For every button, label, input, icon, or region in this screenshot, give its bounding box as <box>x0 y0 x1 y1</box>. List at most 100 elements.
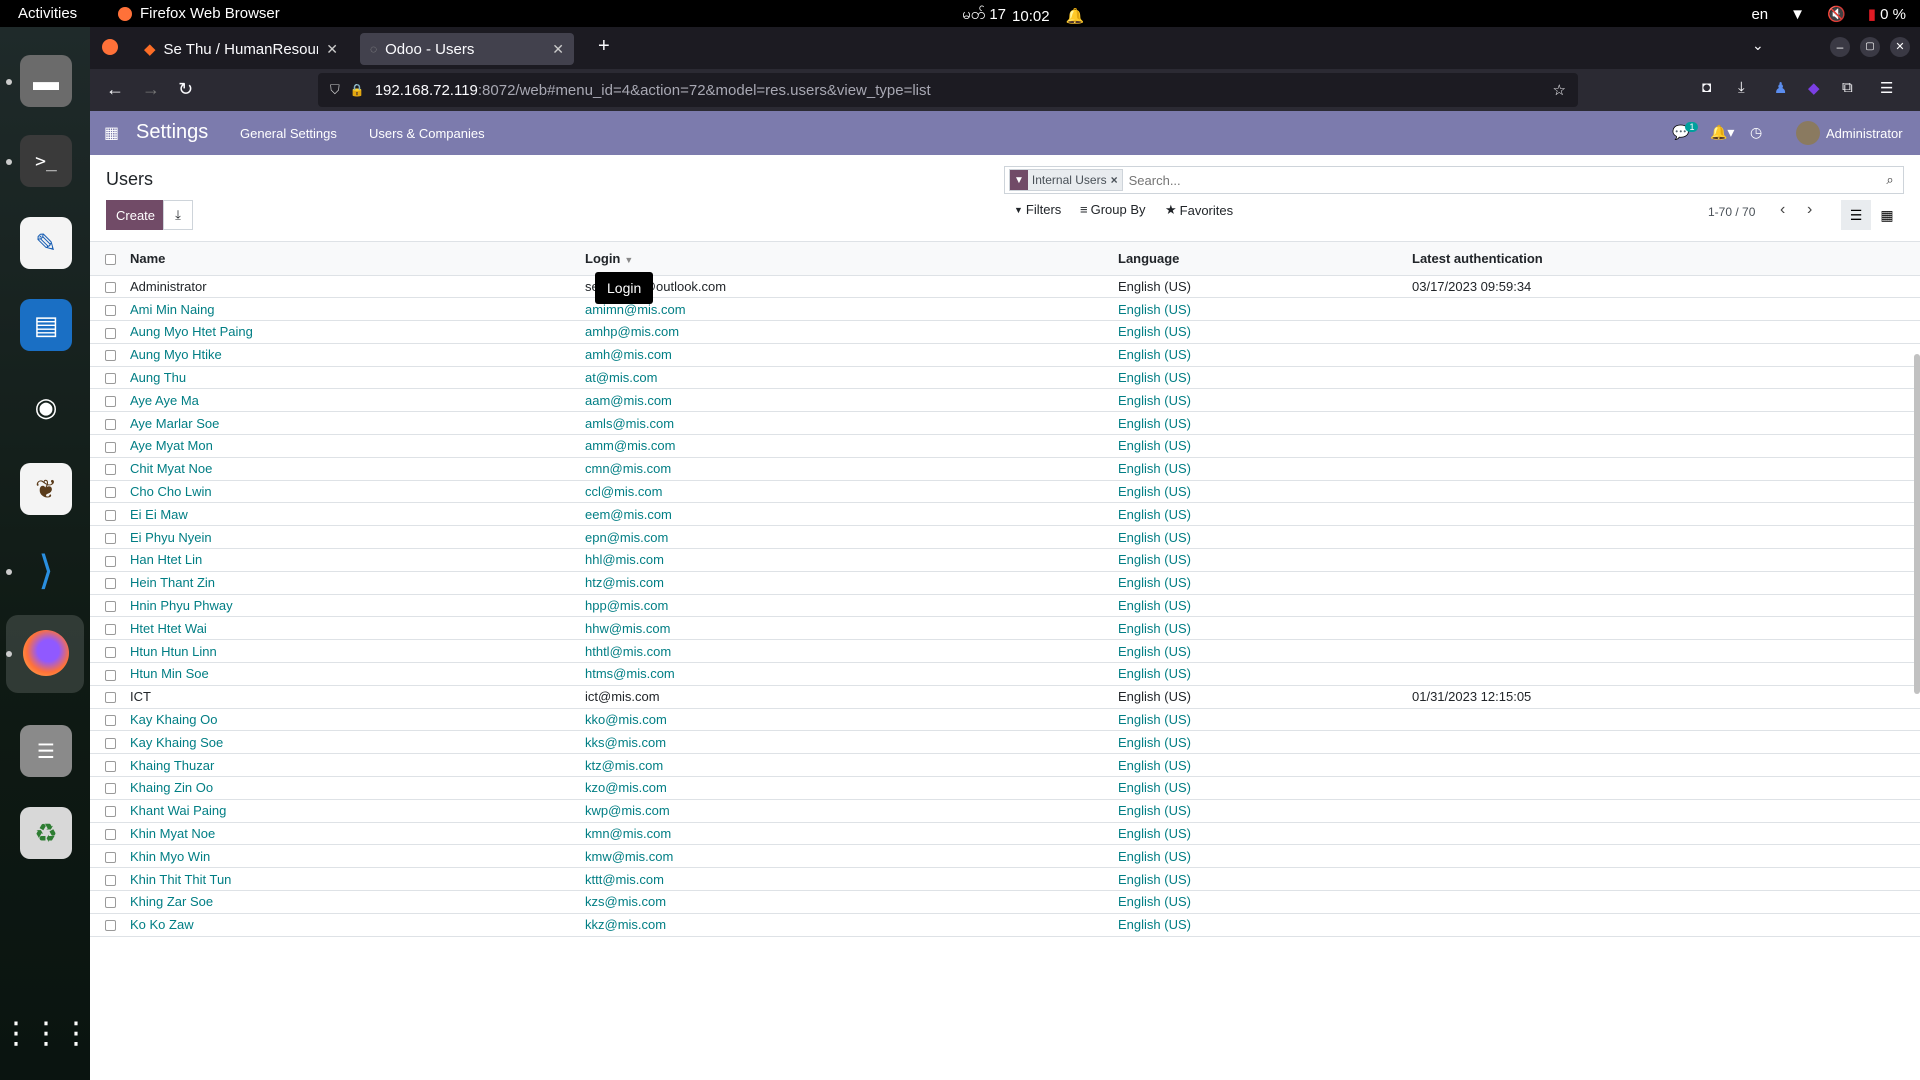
dbeaver-icon[interactable]: ❦ <box>20 463 72 515</box>
extension-icon[interactable]: ♟ <box>1774 79 1787 97</box>
row-checkbox[interactable] <box>105 646 116 658</box>
table-row[interactable]: Chit Myat Noe cmn@mis.com English (US) <box>90 457 1920 481</box>
row-checkbox[interactable] <box>105 851 116 863</box>
column-latest-authentication[interactable]: Latest authentication <box>1412 242 1920 275</box>
clock[interactable]: မတ် 17 10:02 🔔 <box>962 5 1084 27</box>
vscode-icon[interactable]: ⟩ <box>20 545 72 597</box>
table-row[interactable]: Khaing Zin Oo kzo@mis.com English (US) <box>90 777 1920 800</box>
table-row[interactable]: Cho Cho Lwin ccl@mis.com English (US) <box>90 480 1920 503</box>
table-row[interactable]: Ko Ko Zaw kkz@mis.com English (US) <box>90 913 1920 937</box>
row-checkbox[interactable] <box>105 327 116 339</box>
pager-previous-icon[interactable]: ‹ <box>1780 201 1785 219</box>
select-all-checkbox[interactable] <box>105 253 116 265</box>
row-checkbox[interactable] <box>105 897 116 909</box>
server-icon[interactable]: ☰ <box>20 725 72 777</box>
extension-purple-icon[interactable]: ◆ <box>1808 79 1820 97</box>
group-by-button[interactable]: ≡ Group By <box>1080 202 1146 217</box>
table-row[interactable]: Kay Khaing Soe kks@mis.com English (US) <box>90 731 1920 754</box>
table-row[interactable]: Hein Thant Zin htz@mis.com English (US) <box>90 571 1920 595</box>
table-row[interactable]: Ami Min Naing amimn@mis.com English (US) <box>90 298 1920 321</box>
menu-general-settings[interactable]: General Settings <box>240 126 337 141</box>
minimize-icon[interactable]: – <box>1830 37 1850 57</box>
writer-document-icon[interactable]: ▤ <box>20 299 72 351</box>
gimp-icon[interactable]: ◉ <box>20 381 72 433</box>
table-row[interactable]: Aye Aye Ma aam@mis.com English (US) <box>90 389 1920 412</box>
row-checkbox[interactable] <box>105 555 116 567</box>
column-language[interactable]: Language <box>1118 242 1412 275</box>
firefox-view-icon[interactable] <box>102 39 118 55</box>
row-checkbox[interactable] <box>105 418 116 430</box>
row-checkbox[interactable] <box>105 760 116 772</box>
favorites-button[interactable]: ★ Favorites <box>1165 202 1233 218</box>
close-tab-icon[interactable]: ✕ <box>326 41 338 58</box>
trash-icon[interactable]: ♻ <box>20 807 72 859</box>
text-editor-icon[interactable]: ✎ <box>20 217 72 269</box>
bookmark-star-icon[interactable]: ☆ <box>1553 81 1566 99</box>
row-checkbox[interactable] <box>105 304 116 316</box>
list-scrollbar[interactable] <box>1914 354 1920 694</box>
row-checkbox[interactable] <box>105 532 116 544</box>
row-checkbox[interactable] <box>105 441 116 453</box>
table-row[interactable]: Khaing Thuzar ktz@mis.com English (US) <box>90 754 1920 777</box>
maximize-icon[interactable]: ▢ <box>1860 37 1880 57</box>
row-checkbox[interactable] <box>105 509 116 521</box>
extensions-puzzle-icon[interactable]: ⧉ <box>1842 79 1853 96</box>
table-row[interactable]: Aye Marlar Soe amls@mis.com English (US) <box>90 412 1920 435</box>
table-row[interactable]: Aung Myo Htet Paing amhp@mis.com English (… <box>90 321 1920 344</box>
active-app-menu[interactable]: Firefox Web Browser <box>118 5 280 22</box>
row-checkbox[interactable] <box>105 601 116 613</box>
activity-bell-icon[interactable]: 🔔▾ <box>1710 124 1734 141</box>
row-checkbox[interactable] <box>105 373 116 385</box>
filters-button[interactable]: ▼ Filters <box>1014 202 1061 217</box>
table-row[interactable]: Htet Htet Wai hhw@mis.com English (US) <box>90 617 1920 640</box>
row-checkbox[interactable] <box>105 487 116 499</box>
menu-users-companies[interactable]: Users & Companies <box>369 126 485 141</box>
table-row[interactable]: Khin Thit Thit Tun kttt@mis.com English (U… <box>90 868 1920 891</box>
remove-facet-icon[interactable]: × <box>1111 173 1122 187</box>
table-row[interactable]: Hnin Phyu Phway hpp@mis.com English (US) <box>90 594 1920 617</box>
list-view-icon[interactable]: ☰ <box>1841 200 1871 230</box>
table-row[interactable]: Aye Myat Mon amm@mis.com English (US) <box>90 435 1920 458</box>
clock-icon[interactable]: ◷ <box>1750 124 1762 141</box>
user-menu[interactable]: Administrator <box>1796 121 1903 145</box>
system-status-area[interactable]: en ▼ 🔇 ▮ 0 % <box>1751 5 1906 24</box>
table-row[interactable]: Administrator sethu.rom@outlook.com Englis… <box>90 275 1920 298</box>
row-checkbox[interactable] <box>105 692 116 704</box>
tab-odoo-users[interactable]: ◌ Odoo - Users ✕ <box>360 33 574 65</box>
table-row[interactable]: Htun Min Soe htms@mis.com English (US) <box>90 663 1920 686</box>
close-tab-icon[interactable]: ✕ <box>552 41 564 58</box>
row-checkbox[interactable] <box>105 874 116 886</box>
row-checkbox[interactable] <box>105 669 116 681</box>
firefox-dock-icon[interactable] <box>20 627 72 679</box>
terminal-icon[interactable]: >_ <box>20 135 72 187</box>
messaging-icon[interactable]: 💬1 <box>1672 122 1702 141</box>
table-row[interactable]: Ei Ei Maw eem@mis.com English (US) <box>90 503 1920 526</box>
table-row[interactable]: Ei Phyu Nyein epn@mis.com English (US) <box>90 526 1920 549</box>
reload-icon[interactable]: ↻ <box>178 79 193 100</box>
tab-gitlab[interactable]: ◆ Se Thu / HumanResource ✕ <box>134 33 348 65</box>
kanban-view-icon[interactable]: ▦ <box>1872 200 1902 230</box>
table-row[interactable]: Aung Thu at@mis.com English (US) <box>90 366 1920 389</box>
table-row[interactable]: Khin Myo Win kmw@mis.com English (US) <box>90 845 1920 868</box>
apps-menu-icon[interactable]: ▦ <box>104 123 119 143</box>
pocket-icon[interactable]: ◘ <box>1702 79 1711 96</box>
row-checkbox[interactable] <box>105 578 116 590</box>
row-checkbox[interactable] <box>105 350 116 362</box>
table-row[interactable]: Kay Khaing Oo kko@mis.com English (US) <box>90 708 1920 731</box>
activities-button[interactable]: Activities <box>18 5 77 22</box>
row-checkbox[interactable] <box>105 783 116 795</box>
row-checkbox[interactable] <box>105 281 116 293</box>
show-apps-grid-icon[interactable]: ⋮⋮⋮ <box>1 1007 91 1059</box>
create-button[interactable]: Create <box>106 200 166 230</box>
column-name[interactable]: Name <box>130 242 585 275</box>
table-row[interactable]: Aung Myo Htike amh@mis.com English (US) <box>90 343 1920 367</box>
row-checkbox[interactable] <box>105 920 116 932</box>
files-icon[interactable]: ▬ <box>20 55 72 107</box>
new-tab-icon[interactable]: + <box>598 35 610 58</box>
table-row[interactable]: Khing Zar Soe kzs@mis.com English (US) <box>90 891 1920 914</box>
close-window-icon[interactable]: ✕ <box>1890 37 1910 57</box>
url-bar[interactable]: ⛉ 🔒 192.168.72.119:8072/web#menu_id=4&ac… <box>318 73 1578 107</box>
keyboard-layout[interactable]: en <box>1751 6 1768 23</box>
pager-next-icon[interactable]: › <box>1807 201 1812 219</box>
pager-value[interactable]: 1-70 / 70 <box>1708 205 1755 219</box>
